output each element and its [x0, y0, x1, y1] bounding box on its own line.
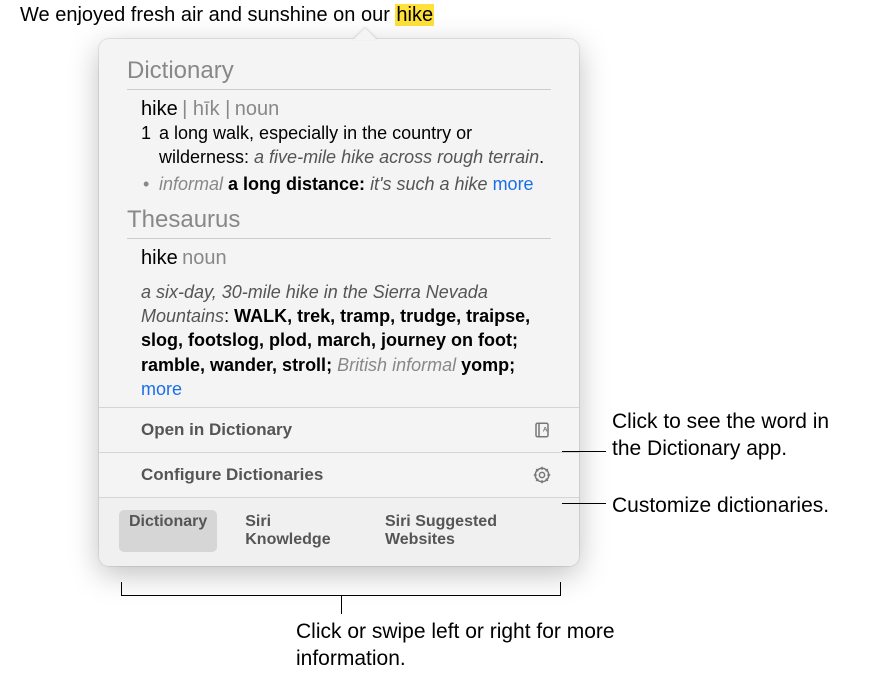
thesaurus-body: a six-day, 30-mile hike in the Sierra Ne… — [127, 280, 551, 401]
callout-tabs: Click or swipe left or right for more in… — [296, 618, 616, 673]
thesaurus-section-title: Thesaurus — [127, 206, 551, 239]
dictionary-section-title: Dictionary — [127, 57, 551, 90]
popover-arrow — [353, 28, 377, 40]
highlighted-word: hike — [395, 4, 434, 26]
thesaurus-pos: noun — [182, 247, 227, 269]
callout-line-configure — [562, 503, 606, 504]
source-tabbar: Dictionary Siri Knowledge Siri Suggested… — [99, 497, 579, 566]
dictionary-pos: noun — [235, 98, 280, 120]
informal-label: informal — [159, 174, 223, 194]
book-icon: A — [533, 421, 551, 439]
tab-dictionary[interactable]: Dictionary — [119, 510, 217, 552]
dictionary-sense: 1 a long walk, especially in the country… — [141, 121, 551, 170]
dictionary-pronunciation: | hīk | — [182, 98, 230, 120]
thesaurus-more-link[interactable]: more — [141, 379, 182, 399]
thesaurus-entry: hike noun — [127, 247, 551, 270]
dictionary-subsense: • informal a long distance: it's such a … — [141, 172, 551, 196]
open-in-dictionary-label: Open in Dictionary — [141, 420, 292, 440]
callout-configure: Customize dictionaries. — [612, 492, 852, 519]
thesaurus-primary-synonym: WALK — [234, 306, 287, 326]
gear-icon — [533, 466, 551, 484]
svg-text:A: A — [543, 427, 548, 434]
subsense-def: a long distance: — [223, 174, 370, 194]
subsense-example: it's such a hike — [370, 174, 493, 194]
thesaurus-headword: hike — [141, 247, 178, 269]
callout-line-open — [562, 451, 606, 452]
callout-open-in-dictionary: Click to see the word in the Dictionary … — [612, 408, 862, 463]
open-in-dictionary-row[interactable]: Open in Dictionary A — [99, 408, 579, 452]
source-sentence: We enjoyed fresh air and sunshine on our… — [20, 4, 434, 27]
definition-example: a five-mile hike across rough terrain — [254, 147, 539, 167]
tab-siri-websites[interactable]: Siri Suggested Websites — [375, 510, 559, 552]
lookup-popover: Dictionary hike | hīk | noun 1 a long wa… — [99, 28, 579, 566]
configure-dictionaries-row[interactable]: Configure Dictionaries — [99, 453, 579, 497]
tab-siri-knowledge[interactable]: Siri Knowledge — [235, 510, 357, 552]
sentence-text: We enjoyed fresh air and sunshine on our — [20, 4, 395, 26]
thesaurus-brit-syn: yomp; — [456, 355, 515, 375]
sense-number: 1 — [141, 121, 151, 145]
tabs-bracket — [121, 582, 561, 596]
dictionary-more-link[interactable]: more — [493, 174, 534, 194]
bullet-icon: • — [143, 172, 149, 196]
dictionary-entry: hike | hīk | noun 1 a long walk, especia… — [127, 98, 551, 196]
british-informal-label: British informal — [337, 355, 456, 375]
dictionary-headword: hike — [141, 98, 178, 120]
configure-dictionaries-label: Configure Dictionaries — [141, 465, 323, 485]
